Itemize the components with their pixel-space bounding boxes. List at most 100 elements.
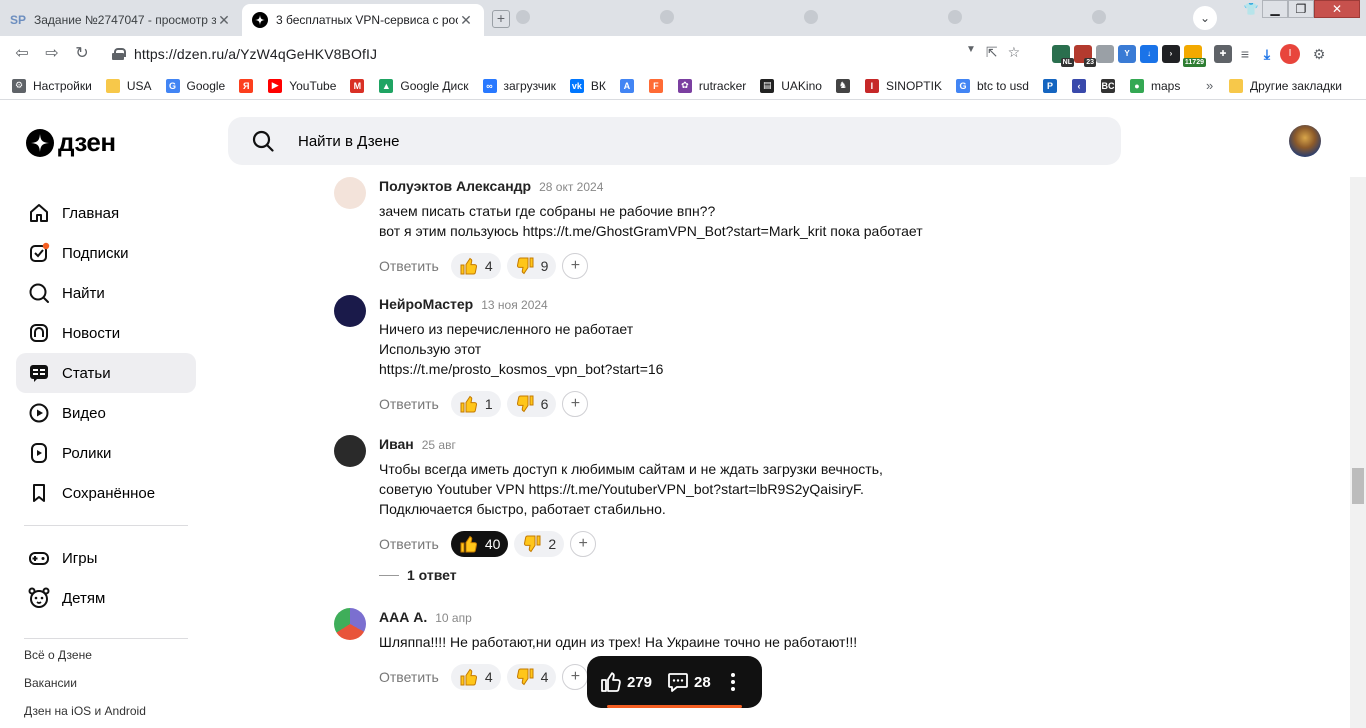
sidebar-item-news[interactable]: Новости (16, 313, 196, 353)
back-arrow-icon[interactable]: ⇦ (10, 43, 34, 65)
footer-link[interactable]: Дзен на iOS и Android (24, 704, 146, 718)
theme-shirt-icon[interactable]: 👕 (1240, 0, 1262, 18)
close-tab-icon[interactable]: ✕ (458, 12, 474, 29)
dislike-reaction-button[interactable]: 2 (514, 531, 565, 557)
comment-author[interactable]: Полуэктов Александр (379, 178, 531, 194)
y-extension-icon[interactable]: Y (1118, 45, 1136, 63)
scrollbar-thumb[interactable] (1352, 468, 1364, 504)
bookmark-item[interactable]: ● maps (1129, 78, 1180, 93)
like-reaction-button[interactable]: 4 (450, 664, 501, 690)
user-avatar[interactable] (1289, 125, 1321, 157)
like-reaction-button[interactable]: 4 (450, 253, 501, 279)
menu-icon[interactable]: ⚙ (1310, 45, 1328, 63)
sidebar-item-shorts[interactable]: Ролики (16, 433, 196, 473)
sidebar-item-subscriptions[interactable]: Подписки (16, 233, 196, 273)
comment-author[interactable]: ААА А. (379, 609, 427, 625)
add-reaction-icon[interactable]: + (570, 531, 597, 557)
comments-button[interactable]: 28 (666, 670, 711, 694)
sidebar-item-bookmark[interactable]: Сохранённое (16, 473, 196, 513)
download-extension-icon[interactable]: ↓ (1140, 45, 1158, 63)
add-reaction-icon[interactable]: + (562, 253, 589, 279)
reply-button[interactable]: Ответить (379, 258, 439, 274)
reply-button[interactable]: Ответить (379, 396, 439, 412)
close-tab-icon[interactable]: ✕ (216, 12, 232, 29)
bookmark-item[interactable]: Gbtc to usd (955, 78, 1029, 93)
footer-link[interactable]: Вакансии (24, 676, 77, 690)
puzzle-extensions-icon[interactable]: ✚ (1214, 45, 1232, 63)
bookmark-item[interactable]: vk ВК (569, 78, 606, 93)
bookmark-item[interactable]: ▲ Google Диск (379, 78, 469, 93)
comment-avatar[interactable] (334, 608, 366, 640)
address-bar[interactable]: https://dzen.ru/a/YzW4qGeHKV8BOfIJ (102, 41, 1012, 67)
bookmark-item[interactable]: ‹ (1071, 78, 1093, 93)
background-tab[interactable] (948, 8, 1078, 26)
forward-arrow-icon[interactable]: ⇨ (40, 43, 64, 65)
bookmark-item[interactable]: ▶ YouTube (268, 78, 336, 93)
bookmark-item[interactable]: BC (1100, 78, 1122, 93)
bookmark-item[interactable]: F (648, 78, 670, 93)
browser-tab[interactable]: SP Задание №2747047 - просмотр з ✕ (0, 4, 242, 36)
sidebar-item-articles[interactable]: Статьи (16, 353, 196, 393)
reading-list-icon[interactable]: ≡ (1236, 45, 1254, 63)
bookmark-item[interactable]: ⚙ Настройки (12, 78, 92, 93)
sidebar-item-search[interactable]: Найти (16, 273, 196, 313)
bookmark-item[interactable]: ∞ загрузчик (482, 78, 556, 93)
lock-icon[interactable] (112, 48, 126, 60)
profile-avatar[interactable]: I (1280, 44, 1300, 64)
comment-avatar[interactable] (334, 177, 366, 209)
more-options-icon[interactable] (727, 673, 739, 691)
bookmark-item[interactable]: A (619, 78, 641, 93)
page-scrollbar[interactable] (1350, 100, 1366, 728)
terminal-extension-icon[interactable]: › (1162, 45, 1180, 63)
maximize-button[interactable]: ❐ (1288, 0, 1314, 18)
dislike-reaction-button[interactable]: 4 (506, 664, 557, 690)
bookmarks-overflow-button[interactable]: » (1206, 78, 1213, 93)
bookmark-item[interactable]: P (1042, 78, 1064, 93)
bookmark-item[interactable]: G Google (165, 78, 225, 93)
comment-avatar[interactable] (334, 435, 366, 467)
bitcoin-extension-icon[interactable]: 11729 (1182, 45, 1206, 67)
dzen-logo[interactable]: дзен (26, 127, 116, 158)
add-reaction-icon[interactable]: + (562, 664, 589, 690)
share-icon[interactable]: ⇱ (986, 44, 998, 61)
bookmark-item[interactable]: ♞ (835, 78, 857, 93)
bookmark-item[interactable]: USA (105, 78, 152, 93)
reply-button[interactable]: Ответить (379, 669, 439, 685)
comment-author[interactable]: Иван (379, 436, 414, 452)
downloads-icon[interactable]: ⤓ (1258, 45, 1276, 63)
minimize-button[interactable]: ▁ (1262, 0, 1288, 18)
dropdown-caret-icon[interactable]: ▼ (966, 44, 976, 61)
footer-link[interactable]: Всё о Дзене (24, 648, 92, 662)
sidebar-item-video[interactable]: Видео (16, 393, 196, 433)
bookmark-item[interactable]: ✿ rutracker (677, 78, 746, 93)
bookmark-item[interactable]: ▤ UAKino (760, 78, 822, 93)
like-reaction-button[interactable]: 40 (450, 531, 509, 557)
dislike-reaction-button[interactable]: 9 (506, 253, 557, 279)
star-bookmark-icon[interactable]: ☆ (1008, 44, 1021, 61)
bookmark-item[interactable]: M (350, 78, 371, 93)
new-tab-button[interactable]: + (492, 10, 510, 28)
sidebar-item-kids[interactable]: Детям (16, 578, 196, 618)
like-reaction-button[interactable]: 1 (450, 391, 501, 417)
extension-icon[interactable]: 23 (1074, 45, 1096, 67)
sidebar-item-home[interactable]: Главная (16, 193, 196, 233)
background-tab[interactable] (516, 8, 646, 26)
search-input[interactable]: Найти в Дзене (228, 117, 1121, 165)
bookmark-item[interactable]: Я (239, 78, 260, 93)
background-tab[interactable] (660, 8, 790, 26)
extension-icon[interactable] (1096, 45, 1114, 63)
show-replies-button[interactable]: 1 ответ (379, 567, 457, 583)
background-tab[interactable] (1092, 8, 1162, 26)
dislike-reaction-button[interactable]: 6 (506, 391, 557, 417)
tab-search-chevron-icon[interactable]: ⌄ (1193, 6, 1217, 30)
sidebar-item-gamepad[interactable]: Игры (16, 538, 196, 578)
comment-author[interactable]: НейроМастер (379, 296, 473, 312)
close-window-button[interactable]: ✕ (1314, 0, 1360, 18)
globe-extension-icon[interactable]: NL (1052, 45, 1074, 67)
add-reaction-icon[interactable]: + (562, 391, 589, 417)
browser-tab-active[interactable]: 3 бесплатных VPN-сервиса с рос ✕ (242, 4, 484, 36)
like-button[interactable]: 279 (599, 670, 652, 694)
bookmark-item[interactable]: I SINOPTIK (864, 78, 942, 93)
background-tab[interactable] (804, 8, 934, 26)
other-bookmarks-folder[interactable]: Другие закладки (1229, 78, 1342, 93)
